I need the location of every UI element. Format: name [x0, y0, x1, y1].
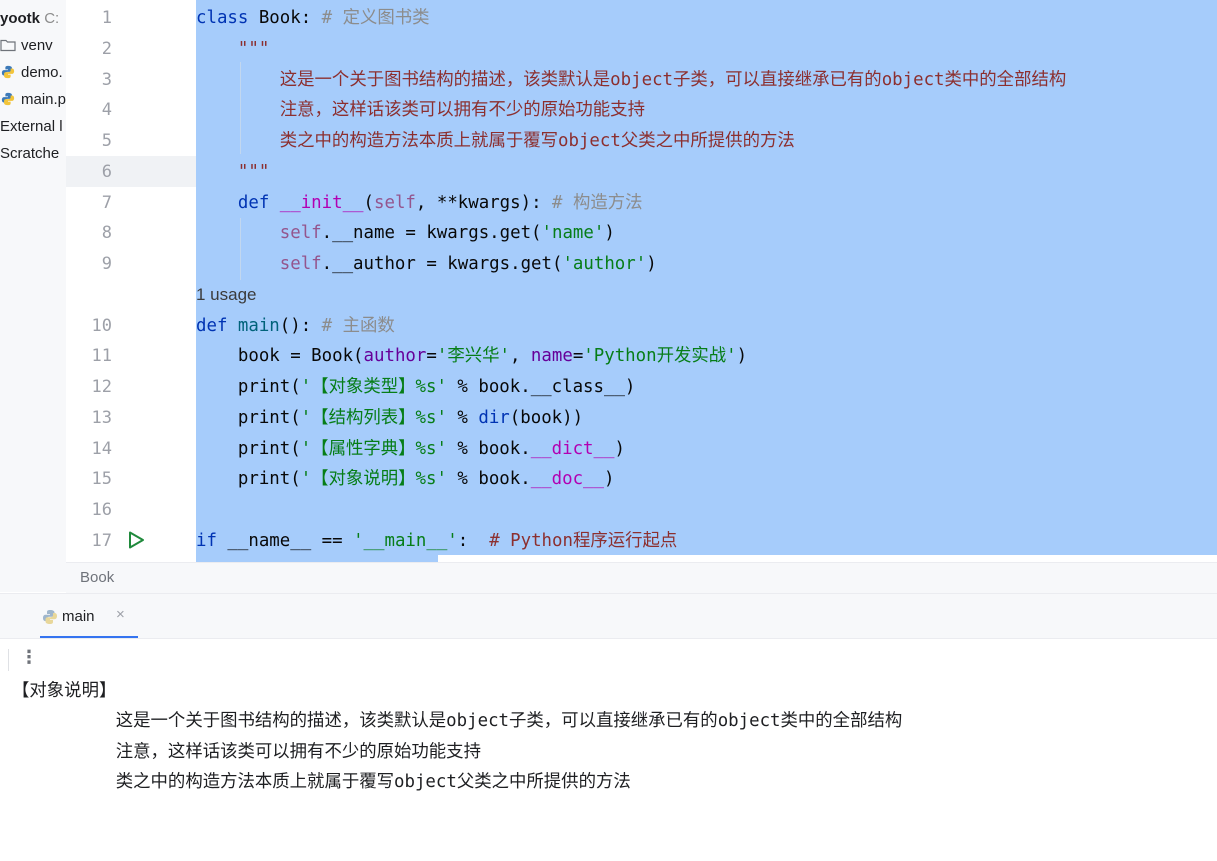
code-line-10: def main(): # 主函数	[196, 316, 395, 336]
project-root-label: yootk	[0, 10, 41, 27]
python-file-icon	[1, 92, 15, 106]
code-line-11: book = Book(author='李兴华', name='Python开发…	[196, 346, 748, 366]
project-item-label: External l	[0, 118, 63, 135]
run-tab-main[interactable]: main ×	[40, 600, 138, 639]
code-line-1: class Book: # 定义图书类	[196, 8, 430, 28]
line-number: 15	[91, 469, 112, 489]
line-number: 7	[101, 193, 112, 213]
line-number: 2	[101, 39, 112, 59]
line-number: 9	[101, 254, 112, 274]
console-line: 这是一个关于图书结构的描述，该类默认是object子类，可以直接继承已有的obj…	[32, 711, 903, 731]
line-number: 5	[101, 131, 112, 151]
project-item-demo[interactable]: demo.	[0, 61, 63, 85]
line-number: 3	[101, 70, 112, 90]
line-number: 16	[91, 500, 112, 520]
code-line-3: 这是一个关于图书结构的描述，该类默认是object子类，可以直接继承已有的obj…	[196, 70, 1067, 90]
editor-gutter: 1 2 3 4 5 6 7 8 9 10 11 12 13 14 15 16 1…	[66, 0, 196, 562]
line-number: 11	[91, 346, 112, 366]
console-output[interactable]: 【对象说明】 这是一个关于图书结构的描述，该类默认是object子类，可以直接继…	[0, 680, 1217, 861]
more-options-icon[interactable]: ⋮	[20, 647, 38, 668]
breadcrumb: Book	[66, 562, 1217, 594]
line-number: 1	[101, 8, 112, 28]
run-toolbar: ⋮	[0, 638, 1217, 681]
project-item-external-libraries[interactable]: External l	[0, 115, 63, 139]
code-line-8: self.__name = kwargs.get('name')	[196, 223, 615, 243]
project-item-scratches[interactable]: Scratche	[0, 142, 59, 166]
line-number: 6	[101, 162, 112, 182]
project-item-label: main.p	[21, 91, 66, 108]
line-number: 10	[91, 316, 112, 336]
usage-inlay-hint[interactable]: 1 usage	[196, 282, 257, 308]
code-line-5: 类之中的构造方法本质上就属于覆写object父类之中所提供的方法	[196, 131, 795, 151]
code-line-13: print('【结构列表】%s' % dir(book))	[196, 408, 584, 428]
code-line-17: if __name__ == '__main__': # Python程序运行起…	[196, 531, 678, 551]
project-item-label: Scratche	[0, 145, 60, 162]
code-line-2: """	[196, 39, 270, 59]
run-tab-label: main	[62, 608, 95, 625]
console-line: 【对象说明】	[12, 681, 117, 701]
project-panel: yootk C: venv demo. main.p External l Sc…	[0, 0, 66, 592]
run-play-icon[interactable]	[126, 530, 146, 550]
breadcrumb-item-book[interactable]: Book	[80, 569, 114, 586]
project-root-item[interactable]: yootk C:	[0, 7, 59, 31]
code-editor[interactable]: class Book: # 定义图书类 """ 这是一个关于图书结构的描述，该类…	[196, 0, 1217, 562]
console-line: 注意，这样话该类可以拥有不少的原始功能支持	[32, 742, 481, 762]
project-item-main[interactable]: main.p	[0, 88, 66, 112]
toolbar-divider	[8, 649, 9, 671]
code-line-15: print('【对象说明】%s' % book.__doc__)	[196, 469, 615, 489]
folder-icon	[0, 39, 16, 52]
line-number: 8	[101, 223, 112, 243]
line-number: 14	[91, 439, 112, 459]
run-tool-window-tabs: main ×	[0, 593, 1217, 639]
line-number: 13	[91, 408, 112, 428]
project-item-label: demo.	[21, 64, 63, 81]
code-line-6: """	[196, 162, 270, 182]
python-file-icon	[1, 65, 15, 79]
code-line-14: print('【属性字典】%s' % book.__dict__)	[196, 439, 625, 459]
code-line-4: 注意，这样话该类可以拥有不少的原始功能支持	[196, 100, 645, 120]
code-line-12: print('【对象类型】%s' % book.__class__)	[196, 377, 636, 397]
project-root-path: C:	[44, 10, 60, 27]
close-icon[interactable]: ×	[116, 606, 125, 623]
project-item-label: venv	[21, 37, 53, 54]
console-line: 类之中的构造方法本质上就属于覆写object父类之中所提供的方法	[32, 772, 631, 792]
code-line-9: self.__author = kwargs.get('author')	[196, 254, 657, 274]
python-file-icon	[43, 610, 57, 624]
line-number: 4	[101, 100, 112, 120]
text-selection-tail	[196, 555, 438, 562]
project-item-venv[interactable]: venv	[0, 34, 53, 58]
line-number: 12	[91, 377, 112, 397]
line-number: 17	[91, 531, 112, 551]
code-line-7: def __init__(self, **kwargs): # 构造方法	[196, 193, 643, 213]
